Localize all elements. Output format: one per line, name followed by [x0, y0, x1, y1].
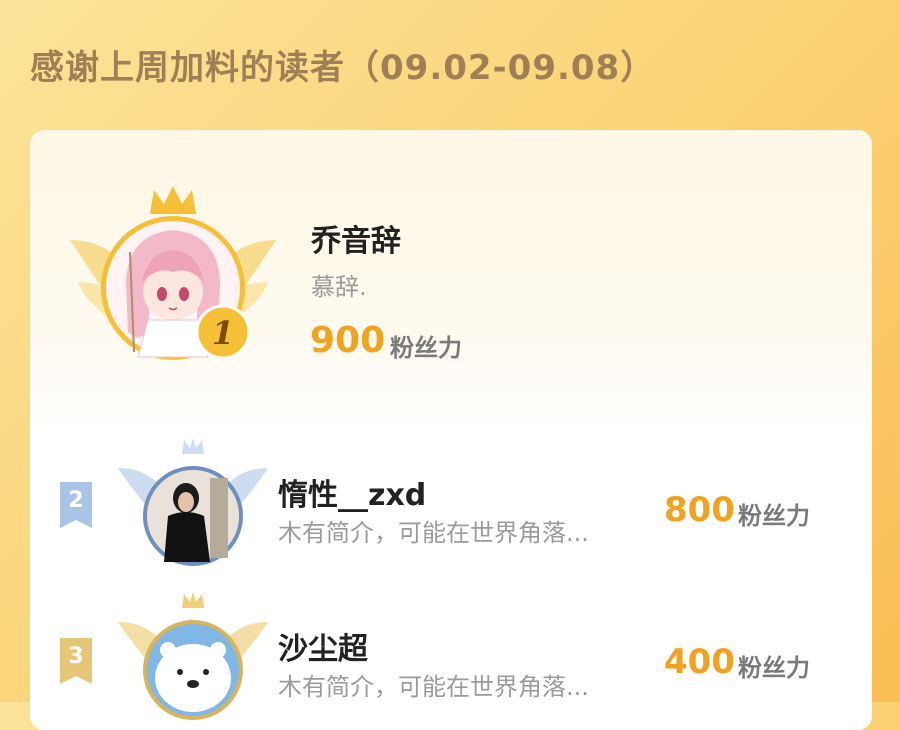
first-place-avatar[interactable]: 1	[68, 182, 278, 372]
rank-number: 3	[68, 644, 84, 669]
page-title: 感谢上周加料的读者（09.02-09.08）	[30, 48, 656, 88]
crown-icon	[182, 592, 204, 608]
third-place-fans-value: 400	[664, 642, 735, 682]
third-place-name: 沙尘超	[278, 632, 368, 667]
third-place-avatar[interactable]	[118, 592, 268, 722]
third-place-bio: 木有简介，可能在世界角落...	[278, 673, 589, 701]
crown-icon	[150, 186, 196, 214]
third-place-fans-unit: 粉丝力	[738, 654, 810, 682]
crown-icon	[182, 438, 204, 454]
first-place-name: 乔音辞	[311, 224, 401, 259]
woman-photo-avatar-icon	[147, 470, 239, 562]
first-place-bio: 慕辞.	[311, 273, 367, 301]
first-place-fans-unit: 粉丝力	[390, 334, 462, 362]
first-place-fans-value: 900	[310, 320, 386, 361]
second-place-bio: 木有简介，可能在世界角落...	[278, 519, 589, 547]
second-place-avatar[interactable]	[118, 438, 268, 568]
second-place-fans-value: 800	[664, 490, 735, 530]
second-place-name: 惰性__zxd	[278, 478, 427, 513]
second-place-fans-unit: 粉丝力	[738, 502, 810, 530]
rank-number: 2	[68, 488, 84, 513]
rank-1-badge-number: 1	[212, 314, 234, 352]
leaderboard-card: 1 乔音辞 慕辞. 900 粉丝力 2 惰性__zxd 木有简介，可能在世界角落…	[30, 130, 872, 730]
